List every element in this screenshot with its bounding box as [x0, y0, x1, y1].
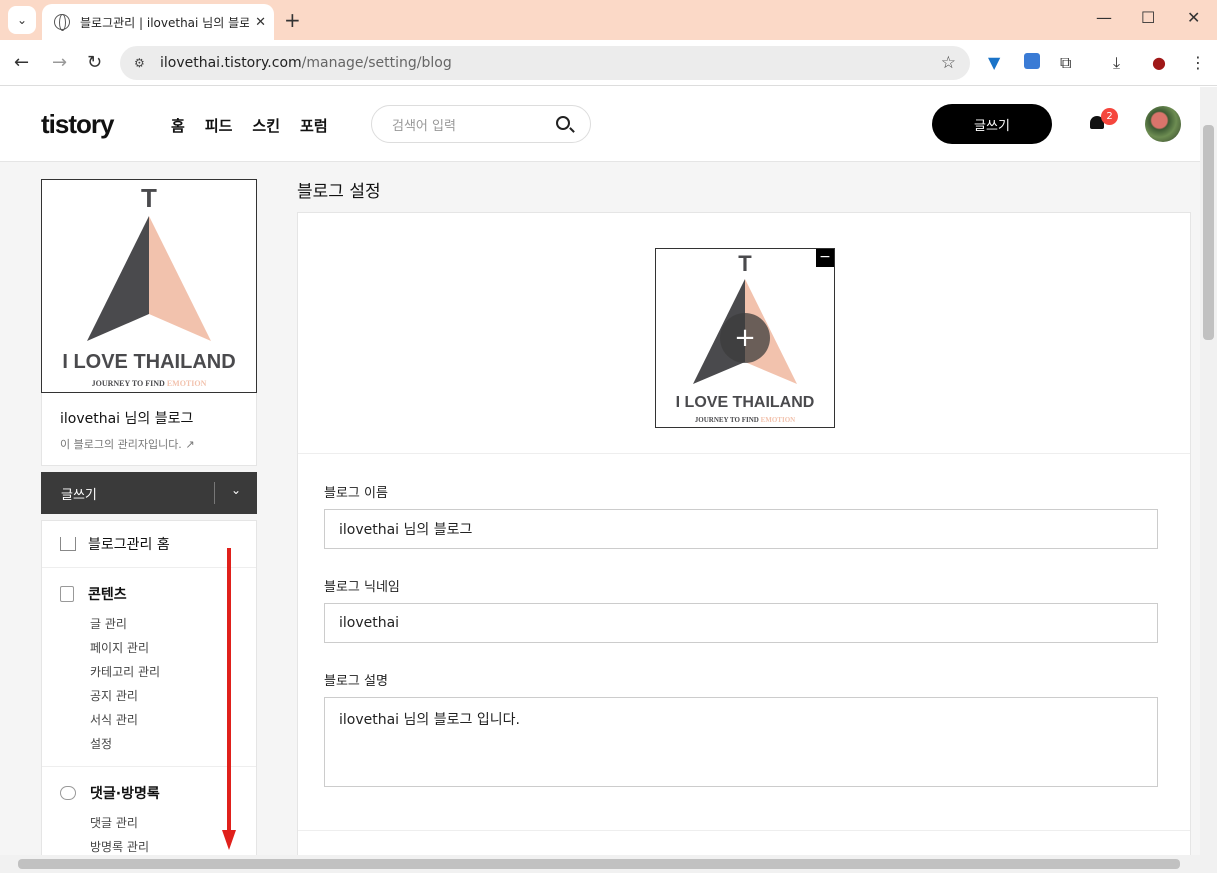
minimize-button[interactable]: — — [1096, 8, 1112, 27]
nav-forum[interactable]: 포럼 — [300, 115, 328, 136]
logo-title: I LOVE THAILAND — [62, 351, 235, 373]
blog-settings-panel: T I LOVE THAILAND JOURNEY TO FIND EMOTIO… — [297, 212, 1191, 855]
nav-feed[interactable]: 피드 — [205, 115, 233, 136]
sidebar-item-label: 블로그관리 홈 — [88, 537, 170, 553]
blog-image-uploader[interactable]: T I LOVE THAILAND JOURNEY TO FIND EMOTIO… — [655, 248, 835, 428]
blog-description-label: 블로그 설명 — [324, 674, 388, 689]
forward-button[interactable]: → — [52, 52, 67, 73]
search-placeholder: 검색어 입력 — [392, 118, 456, 134]
tab-search-button[interactable]: ⌄ — [8, 6, 36, 34]
group-title[interactable]: 댓글·방명록 — [90, 783, 160, 803]
comment-icon — [60, 786, 76, 800]
nav-home[interactable]: 홈 — [171, 115, 185, 136]
logo-subtitle-accent: EMOTION — [167, 379, 207, 388]
site-header: tistory 홈 피드 스킨 포럼 검색어 입력 글쓰기 2 — [0, 87, 1200, 162]
notification-badge: 2 — [1101, 108, 1118, 125]
new-tab-button[interactable]: + — [284, 8, 301, 32]
browser-tab-strip: ⌄ 블로그관리 | ilovethai 님의 블로그 ✕ + — ☐ ✕ — [0, 0, 1217, 40]
extensions-puzzle-icon[interactable]: ⧉ — [1060, 53, 1071, 73]
blog-logo-image: T I LOVE THAILAND JOURNEY TO FIND EMOTIO… — [41, 179, 257, 393]
remove-image-icon[interactable]: − — [816, 249, 834, 267]
url-host: ilovethai.tistory.com — [160, 55, 302, 71]
sidebar-item-guestbook[interactable]: 방명록 관리 — [60, 835, 238, 855]
next-section-row — [298, 830, 1190, 855]
tab-title: 블로그관리 | ilovethai 님의 블로그 — [80, 15, 250, 30]
menu-kebab-icon[interactable]: ⋮ — [1190, 53, 1206, 72]
sidebar-write-button[interactable]: 글쓰기 ⌄ — [41, 472, 257, 514]
search-icon[interactable] — [556, 116, 570, 130]
page-title: 블로그 설정 — [297, 182, 381, 202]
horizontal-scrollbar[interactable] — [0, 855, 1217, 873]
blog-nickname-label: 블로그 닉네임 — [324, 580, 400, 595]
address-bar[interactable]: ⚙ ilovethai.tistory.com/manage/setting/b… — [120, 46, 970, 80]
blog-info: ilovethai 님의 블로그 이 블로그의 관리자입니다. ↗ — [41, 393, 257, 466]
avatar[interactable] — [1145, 106, 1181, 142]
sidebar-item-pages[interactable]: 페이지 관리 — [60, 636, 238, 660]
browser-toolbar: ← → ↻ ⚙ ilovethai.tistory.com/manage/set… — [0, 40, 1217, 86]
write-post-button[interactable]: 글쓰기 — [932, 104, 1052, 144]
svg-text:JOURNEY TO FIND EMOTION: JOURNEY TO FIND EMOTION — [695, 416, 795, 424]
download-icon[interactable]: ⤓ — [1113, 53, 1120, 73]
sidebar-write-label: 글쓰기 — [61, 487, 97, 503]
sidebar-item-settings[interactable]: 설정 — [60, 732, 238, 756]
maximize-button[interactable]: ☐ — [1141, 8, 1155, 27]
logo-letter: T — [141, 183, 157, 213]
logo-title: I LOVE THAILAND — [676, 394, 815, 411]
document-icon — [60, 586, 74, 602]
blog-image-section: T I LOVE THAILAND JOURNEY TO FIND EMOTIO… — [298, 213, 1190, 454]
reload-button[interactable]: ↻ — [87, 52, 102, 73]
url-path: /manage/setting/blog — [301, 55, 452, 71]
browser-tab[interactable]: 블로그관리 | ilovethai 님의 블로그 ✕ — [42, 4, 274, 40]
vertical-scrollbar[interactable] — [1200, 87, 1217, 855]
blog-nickname-input[interactable]: ilovethai — [324, 603, 1158, 643]
page-viewport: tistory 홈 피드 스킨 포럼 검색어 입력 글쓰기 2 T I LOVE… — [0, 87, 1200, 855]
logo-subtitle: JOURNEY TO FIND — [92, 379, 165, 388]
sidebar-item-comments[interactable]: 댓글 관리 — [60, 811, 238, 835]
sidebar-item-notices[interactable]: 공지 관리 — [60, 684, 238, 708]
logo-letter: T — [738, 251, 752, 276]
sidebar-item-categories[interactable]: 카테고리 관리 — [60, 660, 238, 684]
blog-name[interactable]: ilovethai 님의 블로그 — [60, 408, 238, 428]
chevron-down-icon[interactable]: ⌄ — [231, 483, 241, 497]
nav-skin[interactable]: 스킨 — [252, 115, 280, 136]
close-window-button[interactable]: ✕ — [1187, 8, 1200, 27]
svg-text:JOURNEY TO FIND EMOTION: JOURNEY TO FIND EMOTION — [92, 379, 207, 388]
extension-v-icon[interactable]: ▼ — [988, 53, 1000, 72]
add-image-icon[interactable]: + — [720, 313, 770, 363]
extension-translate-icon[interactable] — [1024, 53, 1040, 69]
globe-icon — [54, 14, 70, 31]
bookmark-star-icon[interactable]: ☆ — [941, 53, 956, 73]
scroll-down-arrow-annotation — [222, 548, 236, 850]
profile-icon[interactable]: ● — [1152, 53, 1166, 72]
admin-note: 이 블로그의 관리자입니다. — [60, 438, 182, 451]
logo-subtitle-accent: EMOTION — [761, 416, 796, 424]
logo-subtitle: JOURNEY TO FIND — [695, 416, 759, 424]
site-info-icon[interactable]: ⚙ — [134, 56, 150, 70]
external-link-icon[interactable]: ↗ — [185, 438, 194, 451]
sidebar-item-templates[interactable]: 서식 관리 — [60, 708, 238, 732]
global-nav: 홈 피드 스킨 포럼 — [171, 115, 328, 136]
notification-bell-icon[interactable]: 2 — [1088, 108, 1118, 132]
sidebar-item-posts[interactable]: 글 관리 — [60, 612, 238, 636]
group-title[interactable]: 콘텐츠 — [88, 584, 127, 604]
tistory-logo[interactable]: tistory — [41, 109, 114, 140]
blog-name-input[interactable]: ilovethai 님의 블로그 — [324, 509, 1158, 549]
back-button[interactable]: ← — [14, 52, 29, 73]
close-tab-icon[interactable]: ✕ — [255, 15, 266, 30]
blog-description-textarea[interactable]: ilovethai 님의 블로그 입니다. — [324, 697, 1158, 787]
search-input[interactable]: 검색어 입력 — [371, 105, 591, 143]
home-icon — [60, 537, 76, 551]
blog-name-label: 블로그 이름 — [324, 486, 388, 501]
